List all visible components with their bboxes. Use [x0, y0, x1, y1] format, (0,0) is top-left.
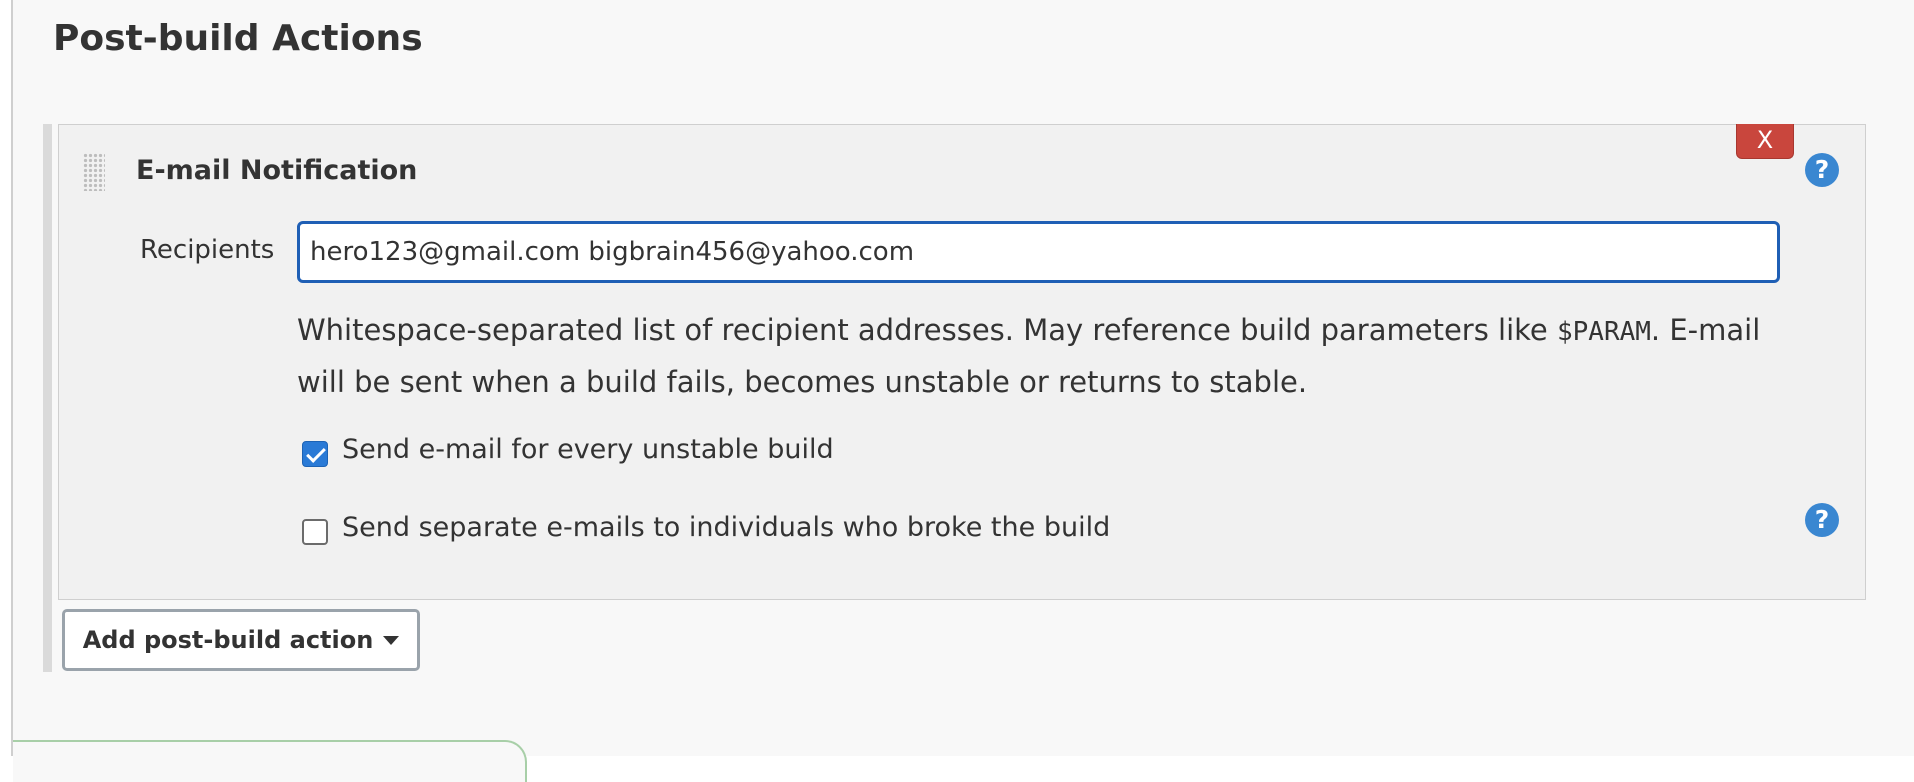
param-code: $PARAM [1557, 317, 1651, 347]
recipients-input[interactable] [297, 221, 1780, 283]
recipients-description: Whitespace-separated list of recipient a… [297, 305, 1777, 407]
recipients-label: Recipients [140, 235, 275, 265]
post-build-actions-section: Post-build Actions E-mail Notification X… [11, 0, 1914, 782]
individuals-checkbox[interactable] [302, 519, 328, 545]
unstable-build-checkbox[interactable] [302, 441, 328, 467]
option-help-icon[interactable]: ? [1805, 503, 1839, 537]
email-notification-panel: E-mail Notification X ? Recipients White… [58, 124, 1866, 600]
drag-handle-icon[interactable] [83, 153, 105, 191]
individuals-option: Send separate e-mails to individuals who… [302, 509, 1110, 545]
caret-down-icon [383, 635, 400, 645]
panel-title: E-mail Notification [136, 155, 418, 186]
unstable-build-option: Send e-mail for every unstable build [302, 431, 834, 467]
description-text: Whitespace-separated list of recipient a… [297, 313, 1557, 347]
next-section-tab [13, 740, 527, 782]
help-icon[interactable]: ? [1805, 153, 1839, 187]
individuals-label[interactable]: Send separate e-mails to individuals who… [342, 512, 1110, 543]
delete-step-button[interactable]: X [1736, 124, 1794, 159]
section-title: Post-build Actions [53, 18, 423, 59]
add-post-build-action-button[interactable]: Add post-build action [62, 609, 420, 671]
section-indent-bar [43, 124, 52, 672]
add-action-label: Add post-build action [82, 626, 374, 654]
unstable-build-label[interactable]: Send e-mail for every unstable build [342, 434, 834, 465]
